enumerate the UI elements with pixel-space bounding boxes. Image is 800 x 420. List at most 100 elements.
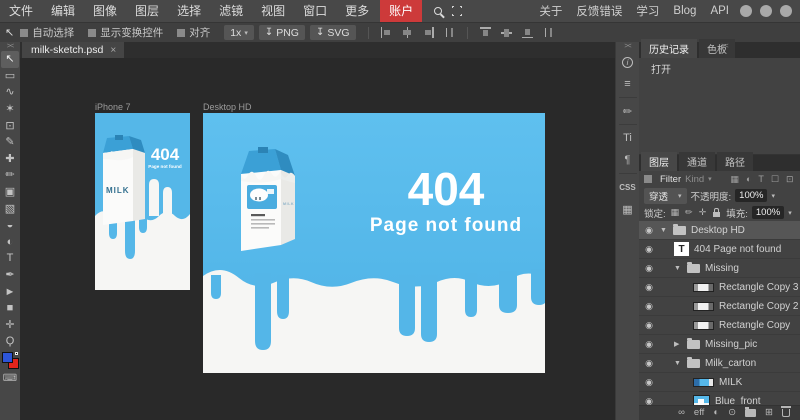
filter-smart-object-icon[interactable]: ⊡ — [786, 174, 794, 185]
visibility-eye-icon[interactable]: ◉ — [643, 263, 655, 274]
layer-row-rectangle-copy-3[interactable]: ◉ Rectangle Copy 3 — [639, 278, 800, 297]
paragraph-panel-icon[interactable]: ¶ — [616, 149, 640, 171]
align-left-button[interactable] — [381, 27, 392, 38]
rectangle-shape-tool[interactable]: ■ — [1, 300, 19, 317]
color-swatches[interactable] — [2, 352, 19, 369]
link-report-bug[interactable]: 反馈错误 — [569, 3, 629, 19]
toolbox-collapse-handle[interactable]: >< — [7, 43, 13, 51]
fill-value[interactable]: 100% — [752, 206, 784, 219]
artboard-desktop[interactable]: MILK 404 Page not found — [203, 113, 545, 373]
dodge-tool[interactable]: ◐ — [1, 234, 19, 251]
expand-caret-icon[interactable]: ▶ — [674, 340, 682, 348]
auto-select-checkbox[interactable]: 自动选择 — [20, 25, 74, 40]
layer-row-rectangle-copy[interactable]: ◉ Rectangle Copy — [639, 316, 800, 335]
properties-panel-icon[interactable]: ≡ — [616, 73, 640, 95]
layer-row-missing[interactable]: ◉ ▼ Missing — [639, 259, 800, 278]
kind-select[interactable]: Kind — [685, 174, 704, 185]
filter-image-icon[interactable]: ▦ — [730, 174, 739, 185]
layer-row-milk[interactable]: ◉ MILK — [639, 373, 800, 392]
layer-row-desktop-hd[interactable]: ◉ ▼ Desktop HD — [639, 221, 800, 240]
account-button[interactable]: 账户 — [380, 0, 422, 22]
healing-tool[interactable]: ✚ — [1, 151, 19, 168]
artboard-label-iphone[interactable]: iPhone 7 — [95, 102, 131, 112]
eyedropper-tool[interactable]: ✎ — [1, 134, 19, 151]
filter-text-icon[interactable]: T — [758, 174, 764, 184]
brush-panel-icon[interactable]: ✏ — [616, 100, 640, 122]
delete-layer-icon[interactable] — [782, 409, 790, 417]
menu-more[interactable]: 更多 — [336, 0, 378, 22]
visibility-eye-icon[interactable]: ◉ — [643, 225, 655, 236]
menu-image[interactable]: 图像 — [84, 0, 126, 22]
layer-mask-icon[interactable]: ⊙ — [728, 408, 736, 418]
menu-select[interactable]: 选择 — [168, 0, 210, 22]
expand-caret-icon[interactable]: ▼ — [674, 265, 682, 272]
expand-caret-icon[interactable]: ▼ — [674, 360, 682, 367]
blend-mode-select[interactable]: 穿透 ▾ — [644, 188, 687, 204]
chevron-down-icon[interactable]: ▾ — [771, 192, 775, 200]
opacity-value[interactable]: 100% — [735, 189, 767, 202]
snap-checkbox[interactable]: 对齐 — [177, 25, 210, 40]
fullscreen-icon[interactable] — [452, 6, 462, 16]
chevron-down-icon[interactable]: ▾ — [788, 209, 792, 217]
visibility-eye-icon[interactable]: ◉ — [643, 396, 655, 406]
marquee-select-tool[interactable]: ▭ — [1, 68, 19, 85]
hand-tool[interactable]: ✛ — [1, 317, 19, 334]
filter-checkbox[interactable] — [644, 175, 652, 183]
zoom-tool[interactable]: Ϙ — [1, 333, 19, 350]
menu-filter[interactable]: 滤镜 — [210, 0, 252, 22]
strip-collapse-handle[interactable]: >< — [624, 43, 630, 51]
tab-history[interactable]: 历史记录 — [641, 39, 697, 58]
align-center-horizontal-button[interactable] — [402, 27, 413, 38]
canvas[interactable]: iPhone 7 Desktop HD — [20, 58, 615, 420]
path-select-tool[interactable]: ► — [1, 283, 19, 300]
visibility-eye-icon[interactable]: ◉ — [643, 358, 655, 369]
menu-view[interactable]: 视图 — [252, 0, 294, 22]
character-panel-icon[interactable]: Ti — [616, 127, 640, 149]
css-panel-icon[interactable]: CSS — [616, 176, 640, 198]
link-layers-icon[interactable]: ∞ — [678, 408, 685, 418]
new-layer-icon[interactable]: ⊞ — [765, 408, 773, 418]
lock-paint-icon[interactable]: ✏ — [685, 207, 693, 218]
document-tab[interactable]: milk-sketch.psd × — [22, 42, 124, 58]
layer-row-rectangle-copy-2[interactable]: ◉ Rectangle Copy 2 — [639, 297, 800, 316]
search-icon[interactable] — [434, 7, 442, 15]
artboard-label-desktop[interactable]: Desktop HD — [203, 102, 252, 112]
keyboard-shortcuts-icon[interactable]: ⌨ — [3, 373, 17, 384]
layer-row-missing-pic[interactable]: ◉ ▶ Missing_pic — [639, 335, 800, 354]
visibility-eye-icon[interactable]: ◉ — [643, 282, 655, 293]
history-panel-icon[interactable]: i — [616, 51, 640, 73]
history-entry[interactable]: 打开 — [639, 58, 800, 79]
tab-layers[interactable]: 图层 — [641, 152, 677, 171]
foreground-color-swatch[interactable] — [2, 352, 13, 363]
pen-tool[interactable]: ✒ — [1, 267, 19, 284]
facebook-icon[interactable] — [780, 5, 792, 17]
close-icon[interactable]: × — [110, 45, 116, 56]
expand-caret-icon[interactable]: ▼ — [660, 227, 668, 234]
tab-swatches[interactable]: 色板 — [699, 39, 735, 58]
link-api[interactable]: API — [703, 5, 736, 17]
crop-tool[interactable]: ⊡ — [1, 117, 19, 134]
visibility-eye-icon[interactable]: ◉ — [643, 244, 655, 255]
lock-transparency-icon[interactable]: ▦ — [671, 207, 680, 218]
panel-collapse-handle[interactable]: >< — [721, 43, 727, 51]
export-svg-button[interactable]: ↧ SVG — [310, 25, 356, 40]
magic-wand-tool[interactable]: ✶ — [1, 101, 19, 118]
move-tool[interactable]: ↖ — [1, 51, 19, 68]
link-blog[interactable]: Blog — [666, 5, 703, 17]
export-png-button[interactable]: ↧ PNG — [259, 25, 305, 40]
menu-edit[interactable]: 编辑 — [42, 0, 84, 22]
link-learn[interactable]: 学习 — [629, 3, 666, 19]
menu-window[interactable]: 窗口 — [294, 0, 336, 22]
filter-adjustment-icon[interactable]: ◐ — [746, 174, 751, 184]
filter-shape-icon[interactable]: ☐ — [771, 174, 779, 185]
align-bottom-button[interactable] — [522, 27, 533, 38]
visibility-eye-icon[interactable]: ◉ — [643, 377, 655, 388]
brush-tool[interactable]: ✏ — [1, 167, 19, 184]
distribute-vertical-button[interactable] — [543, 27, 554, 38]
align-top-button[interactable] — [480, 27, 491, 38]
image-panel-icon[interactable]: ▦ — [616, 198, 640, 220]
artboard-iphone[interactable]: MILK 404 Page not found — [95, 113, 190, 290]
layer-row-blue-front[interactable]: ◉ Blue_front — [639, 392, 800, 405]
layer-row-milk-carton[interactable]: ◉ ▼ Milk_carton — [639, 354, 800, 373]
lock-all-icon[interactable] — [713, 212, 720, 217]
